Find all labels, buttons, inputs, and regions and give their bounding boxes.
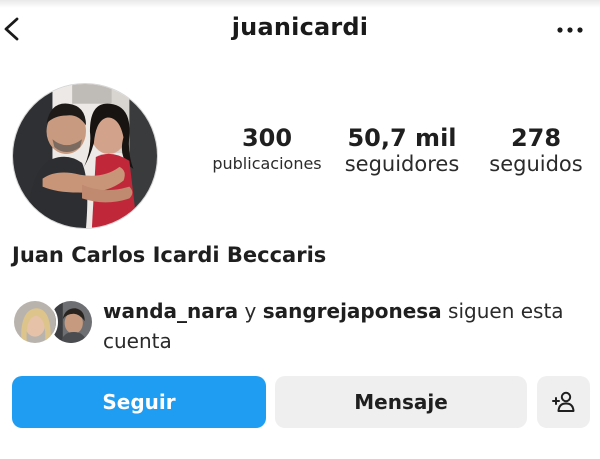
following-count: 278 — [510, 124, 562, 152]
posts-label: publicaciones — [212, 154, 322, 173]
followers-count: 50,7 mil — [347, 124, 457, 152]
mutual-connector: y — [244, 299, 257, 323]
profile-header: juanicardi — [0, 0, 600, 58]
mutual-username[interactable]: sangrejaponesa — [263, 299, 442, 323]
mutual-avatar — [12, 299, 58, 345]
following-stat[interactable]: 278 seguidos — [482, 124, 590, 176]
more-options-button[interactable] — [552, 18, 588, 42]
mutual-username[interactable]: wanda_nara — [103, 299, 238, 323]
follow-button[interactable]: Seguir — [12, 376, 266, 428]
mutual-followers-text: wanda_nara y sangrejaponesa siguen esta … — [103, 296, 588, 356]
followers-label: seguidores — [344, 152, 460, 176]
more-horizontal-icon — [557, 27, 583, 33]
posts-stat[interactable]: 300 publicaciones — [205, 124, 329, 176]
profile-avatar[interactable] — [12, 83, 158, 229]
posts-count: 300 — [241, 124, 293, 152]
following-label: seguidos — [489, 152, 583, 176]
profile-username: juanicardi — [231, 13, 369, 41]
suggested-accounts-button[interactable] — [537, 376, 590, 428]
profile-photo — [13, 84, 157, 228]
add-person-icon — [551, 391, 574, 412]
message-button[interactable]: Mensaje — [275, 376, 527, 428]
profile-full-name: Juan Carlos Icardi Beccaris — [12, 243, 327, 267]
followers-stat[interactable]: 50,7 mil seguidores — [338, 124, 466, 176]
mutual-followers[interactable]: wanda_nara y sangrejaponesa siguen esta … — [10, 295, 590, 355]
